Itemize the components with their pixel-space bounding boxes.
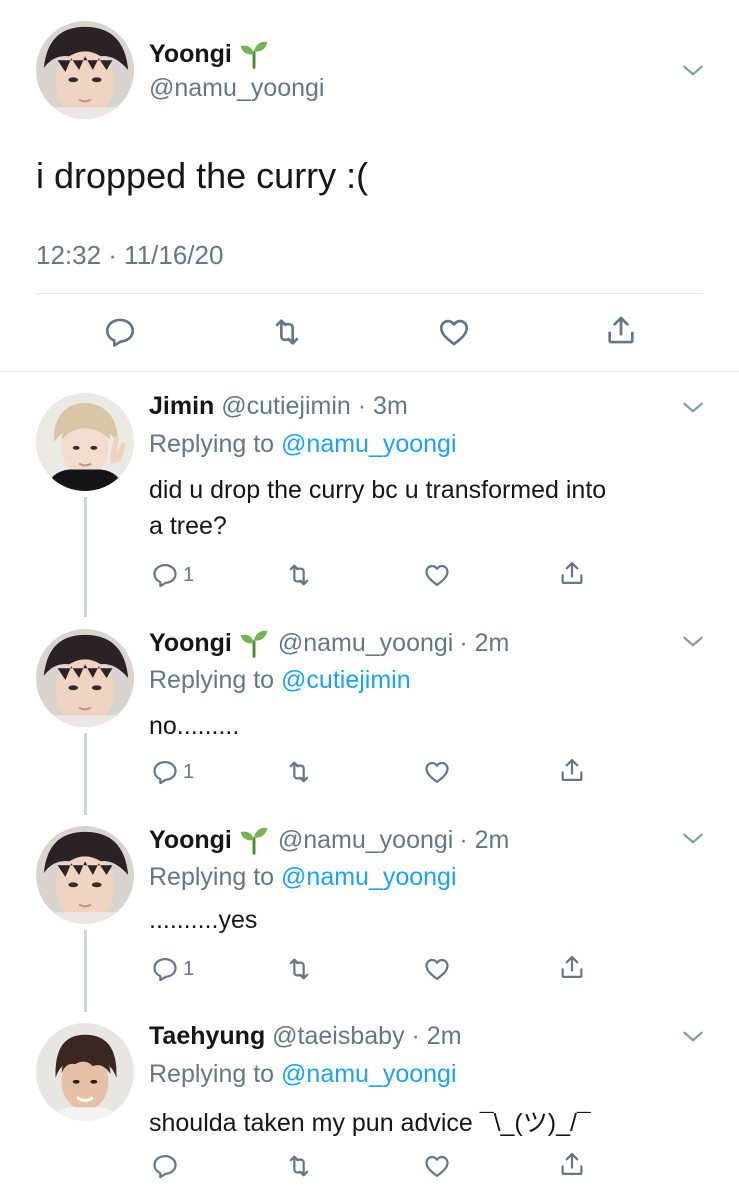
tweet-text: no......... xyxy=(149,712,240,740)
reply-icon xyxy=(151,758,179,786)
reply-icon xyxy=(151,955,179,983)
retweet-button[interactable] xyxy=(285,561,313,589)
author-name[interactable]: Yoongi xyxy=(149,40,232,69)
author-handle[interactable]: @taeisbaby xyxy=(272,1022,404,1050)
avatar[interactable] xyxy=(36,826,134,924)
like-icon xyxy=(423,955,451,983)
chevron-down-icon[interactable] xyxy=(680,395,706,421)
share-button[interactable] xyxy=(558,953,586,981)
chevron-down-icon[interactable] xyxy=(680,58,706,84)
avatar[interactable] xyxy=(36,393,134,491)
share-icon xyxy=(558,756,586,784)
replying-to-label: Replying to xyxy=(149,666,275,694)
like-button[interactable] xyxy=(423,758,451,786)
replying-to-label: Replying to xyxy=(149,1060,275,1088)
like-icon xyxy=(423,758,451,786)
seedling-icon xyxy=(238,38,270,70)
avatar[interactable] xyxy=(36,629,134,727)
share-icon xyxy=(558,1150,586,1178)
tweet-text: ..........yes xyxy=(149,906,258,934)
share-icon xyxy=(558,953,586,981)
reply-icon xyxy=(151,561,179,589)
like-icon xyxy=(423,561,451,589)
replying-to-label: Replying to xyxy=(149,430,275,458)
tweet-text: shoulda taken my pun advice ¯\_(ツ)_/¯ xyxy=(149,1109,591,1137)
retweet-icon xyxy=(285,758,313,786)
reply-count: 1 xyxy=(183,760,195,783)
mention-link[interactable]: @namu_yoongi xyxy=(281,430,457,458)
author-name[interactable]: Yoongi xyxy=(149,629,232,658)
like-button[interactable] xyxy=(437,315,471,349)
tweet-text: a tree? xyxy=(149,512,227,540)
author-name[interactable]: Yoongi xyxy=(149,826,232,855)
retweet-button[interactable] xyxy=(285,758,313,786)
reply-button[interactable] xyxy=(103,315,137,349)
reply-icon xyxy=(103,315,137,349)
retweet-icon xyxy=(285,561,313,589)
share-icon xyxy=(558,559,586,587)
tweet-time: · 2m xyxy=(459,628,510,657)
retweet-icon xyxy=(285,955,313,983)
mention-link[interactable]: @namu_yoongi xyxy=(281,863,457,891)
author-name[interactable]: Taehyung xyxy=(149,1022,265,1050)
replying-to-label: Replying to xyxy=(149,863,275,891)
thread-line xyxy=(84,930,87,1012)
mention-link[interactable]: @cutiejimin xyxy=(281,666,411,694)
like-icon xyxy=(437,315,471,349)
tweet-text: did u drop the curry bc u transformed in… xyxy=(149,476,607,504)
share-icon xyxy=(604,313,638,347)
seedling-icon xyxy=(238,627,270,659)
author-name[interactable]: Jimin xyxy=(149,392,214,420)
tweet-text: i dropped the curry :( xyxy=(36,155,369,196)
reply-button[interactable]: 1 xyxy=(151,758,194,786)
tweet-time: · 2m xyxy=(411,1022,462,1050)
tweet-time: · 2m xyxy=(459,825,510,854)
chevron-down-icon[interactable] xyxy=(680,826,706,852)
seedling-icon xyxy=(238,824,270,856)
retweet-button[interactable] xyxy=(285,955,313,983)
share-button[interactable] xyxy=(558,1150,586,1178)
reply-button[interactable]: 1 xyxy=(151,561,194,589)
avatar[interactable] xyxy=(36,1023,134,1121)
author-handle[interactable]: @namu_yoongi xyxy=(149,74,325,103)
share-button[interactable] xyxy=(604,313,638,347)
author-handle[interactable]: @namu_yoongi xyxy=(278,826,454,855)
reply-count: 1 xyxy=(183,563,195,586)
retweet-button[interactable] xyxy=(285,1152,313,1180)
author-handle[interactable]: @cutiejimin xyxy=(221,392,351,420)
tweet-timestamp[interactable]: 12:32 · 11/16/20 xyxy=(36,240,223,271)
thread-line xyxy=(84,733,87,815)
like-button[interactable] xyxy=(423,561,451,589)
reply-icon xyxy=(151,1152,179,1180)
retweet-button[interactable] xyxy=(270,315,304,349)
share-button[interactable] xyxy=(558,559,586,587)
like-button[interactable] xyxy=(423,955,451,983)
retweet-icon xyxy=(270,315,304,349)
chevron-down-icon[interactable] xyxy=(680,629,706,655)
tweet-time: · 3m xyxy=(357,392,408,420)
chevron-down-icon[interactable] xyxy=(680,1024,706,1050)
reply-button[interactable]: 1 xyxy=(151,955,194,983)
like-button[interactable] xyxy=(423,1152,451,1180)
reply-button[interactable] xyxy=(151,1152,183,1180)
thread-line xyxy=(84,497,87,617)
section-divider xyxy=(0,371,739,372)
mention-link[interactable]: @namu_yoongi xyxy=(281,1060,457,1088)
avatar[interactable] xyxy=(36,21,134,119)
author-handle[interactable]: @namu_yoongi xyxy=(278,629,454,658)
like-icon xyxy=(423,1152,451,1180)
retweet-icon xyxy=(285,1152,313,1180)
share-button[interactable] xyxy=(558,756,586,784)
reply-count: 1 xyxy=(183,957,195,980)
divider xyxy=(36,293,703,294)
